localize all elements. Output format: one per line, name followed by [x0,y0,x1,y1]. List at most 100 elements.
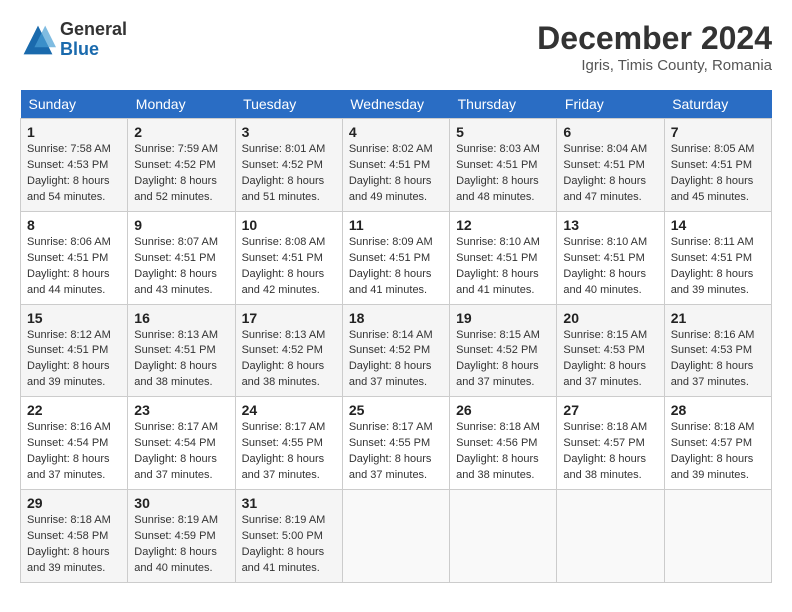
logo-icon [20,22,56,58]
week-row-3: 15Sunrise: 8:12 AMSunset: 4:51 PMDayligh… [21,304,772,397]
calendar-table: SundayMondayTuesdayWednesdayThursdayFrid… [20,90,772,583]
logo: General Blue [20,20,127,60]
calendar-cell: 5Sunrise: 8:03 AMSunset: 4:51 PMDaylight… [450,119,557,212]
day-number: 1 [27,124,121,140]
calendar-cell: 1 Sunrise: 7:58 AMSunset: 4:53 PMDaylight… [21,119,128,212]
logo-text: General Blue [60,20,127,60]
day-number: 17 [242,310,336,326]
day-info: Sunrise: 8:13 AMSunset: 4:51 PMDaylight:… [134,328,228,392]
day-number: 3 [242,124,336,140]
day-info: Sunrise: 8:14 AMSunset: 4:52 PMDaylight:… [349,328,443,392]
weekday-header-saturday: Saturday [664,90,771,119]
day-info: Sunrise: 8:18 AMSunset: 4:57 PMDaylight:… [563,420,657,484]
calendar-cell: 6 Sunrise: 8:04 AMSunset: 4:51 PMDaylight… [557,119,664,212]
day-info: Sunrise: 8:01 AMSunset: 4:52 PMDaylight:… [242,142,336,206]
calendar-cell: 7 Sunrise: 8:05 AMSunset: 4:51 PMDaylight… [664,119,771,212]
calendar-cell: 2 Sunrise: 7:59 AMSunset: 4:52 PMDaylight… [128,119,235,212]
calendar-cell: 8 Sunrise: 8:06 AMSunset: 4:51 PMDaylight… [21,211,128,304]
day-number: 8 [27,217,121,233]
day-info: Sunrise: 8:02 AMSunset: 4:51 PMDaylight:… [349,142,443,206]
calendar-cell: 16 Sunrise: 8:13 AMSunset: 4:51 PMDayligh… [128,304,235,397]
calendar-cell: 11 Sunrise: 8:09 AMSunset: 4:51 PMDayligh… [342,211,449,304]
day-info: Sunrise: 8:05 AMSunset: 4:51 PMDaylight:… [671,142,765,206]
day-number: 16 [134,310,228,326]
day-info: Sunrise: 8:03 AMSunset: 4:51 PMDaylight:… [456,142,550,206]
calendar-cell: 17 Sunrise: 8:13 AMSunset: 4:52 PMDayligh… [235,304,342,397]
day-info: Sunrise: 7:58 AMSunset: 4:53 PMDaylight:… [27,142,121,206]
title-section: December 2024 Igris, Timis County, Roman… [537,20,772,74]
weekday-header-tuesday: Tuesday [235,90,342,119]
weekday-header-sunday: Sunday [21,90,128,119]
day-info: Sunrise: 7:59 AMSunset: 4:52 PMDaylight:… [134,142,228,206]
day-info: Sunrise: 8:18 AMSunset: 4:56 PMDaylight:… [456,420,550,484]
day-info: Sunrise: 8:06 AMSunset: 4:51 PMDaylight:… [27,235,121,299]
location-text: Igris, Timis County, Romania [537,57,772,74]
day-info: Sunrise: 8:09 AMSunset: 4:51 PMDaylight:… [349,235,443,299]
day-info: Sunrise: 8:16 AMSunset: 4:53 PMDaylight:… [671,328,765,392]
day-info: Sunrise: 8:10 AMSunset: 4:51 PMDaylight:… [456,235,550,299]
day-number: 24 [242,402,336,418]
calendar-cell: 23 Sunrise: 8:17 AMSunset: 4:54 PMDayligh… [128,397,235,490]
week-row-4: 22 Sunrise: 8:16 AMSunset: 4:54 PMDayligh… [21,397,772,490]
calendar-cell: 31Sunrise: 8:19 AMSunset: 5:00 PMDayligh… [235,490,342,583]
day-info: Sunrise: 8:04 AMSunset: 4:51 PMDaylight:… [563,142,657,206]
calendar-cell: 15Sunrise: 8:12 AMSunset: 4:51 PMDayligh… [21,304,128,397]
day-number: 11 [349,217,443,233]
day-info: Sunrise: 8:17 AMSunset: 4:54 PMDaylight:… [134,420,228,484]
day-info: Sunrise: 8:15 AMSunset: 4:52 PMDaylight:… [456,328,550,392]
week-row-1: 1 Sunrise: 7:58 AMSunset: 4:53 PMDaylight… [21,119,772,212]
day-number: 4 [349,124,443,140]
month-title: December 2024 [537,20,772,57]
calendar-cell: 28Sunrise: 8:18 AMSunset: 4:57 PMDayligh… [664,397,771,490]
day-number: 21 [671,310,765,326]
calendar-cell: 29Sunrise: 8:18 AMSunset: 4:58 PMDayligh… [21,490,128,583]
day-info: Sunrise: 8:16 AMSunset: 4:54 PMDaylight:… [27,420,121,484]
day-number: 13 [563,217,657,233]
weekday-header-row: SundayMondayTuesdayWednesdayThursdayFrid… [21,90,772,119]
day-number: 15 [27,310,121,326]
calendar-cell: 30Sunrise: 8:19 AMSunset: 4:59 PMDayligh… [128,490,235,583]
calendar-cell: 22 Sunrise: 8:16 AMSunset: 4:54 PMDayligh… [21,397,128,490]
day-number: 10 [242,217,336,233]
day-number: 7 [671,124,765,140]
day-number: 25 [349,402,443,418]
day-info: Sunrise: 8:18 AMSunset: 4:58 PMDaylight:… [27,513,121,577]
day-number: 20 [563,310,657,326]
day-number: 12 [456,217,550,233]
day-info: Sunrise: 8:11 AMSunset: 4:51 PMDaylight:… [671,235,765,299]
day-number: 23 [134,402,228,418]
calendar-cell [664,490,771,583]
day-number: 9 [134,217,228,233]
day-info: Sunrise: 8:19 AMSunset: 5:00 PMDaylight:… [242,513,336,577]
weekday-header-wednesday: Wednesday [342,90,449,119]
calendar-cell [450,490,557,583]
calendar-cell: 4 Sunrise: 8:02 AMSunset: 4:51 PMDaylight… [342,119,449,212]
weekday-header-friday: Friday [557,90,664,119]
calendar-cell: 20 Sunrise: 8:15 AMSunset: 4:53 PMDayligh… [557,304,664,397]
page-header: General Blue December 2024 Igris, Timis … [20,20,772,74]
day-info: Sunrise: 8:13 AMSunset: 4:52 PMDaylight:… [242,328,336,392]
day-number: 22 [27,402,121,418]
week-row-2: 8 Sunrise: 8:06 AMSunset: 4:51 PMDaylight… [21,211,772,304]
calendar-cell: 26Sunrise: 8:18 AMSunset: 4:56 PMDayligh… [450,397,557,490]
day-number: 6 [563,124,657,140]
day-info: Sunrise: 8:17 AMSunset: 4:55 PMDaylight:… [349,420,443,484]
day-info: Sunrise: 8:15 AMSunset: 4:53 PMDaylight:… [563,328,657,392]
calendar-cell: 3 Sunrise: 8:01 AMSunset: 4:52 PMDaylight… [235,119,342,212]
calendar-cell: 12 Sunrise: 8:10 AMSunset: 4:51 PMDayligh… [450,211,557,304]
calendar-cell: 24 Sunrise: 8:17 AMSunset: 4:55 PMDayligh… [235,397,342,490]
calendar-cell: 9Sunrise: 8:07 AMSunset: 4:51 PMDaylight… [128,211,235,304]
calendar-cell: 13Sunrise: 8:10 AMSunset: 4:51 PMDayligh… [557,211,664,304]
week-row-5: 29Sunrise: 8:18 AMSunset: 4:58 PMDayligh… [21,490,772,583]
weekday-header-thursday: Thursday [450,90,557,119]
logo-general-text: General [60,20,127,40]
calendar-cell: 21 Sunrise: 8:16 AMSunset: 4:53 PMDayligh… [664,304,771,397]
day-number: 2 [134,124,228,140]
day-info: Sunrise: 8:17 AMSunset: 4:55 PMDaylight:… [242,420,336,484]
day-number: 18 [349,310,443,326]
calendar-cell: 10Sunrise: 8:08 AMSunset: 4:51 PMDayligh… [235,211,342,304]
weekday-header-monday: Monday [128,90,235,119]
calendar-cell: 25 Sunrise: 8:17 AMSunset: 4:55 PMDayligh… [342,397,449,490]
day-number: 27 [563,402,657,418]
calendar-cell: 27 Sunrise: 8:18 AMSunset: 4:57 PMDayligh… [557,397,664,490]
